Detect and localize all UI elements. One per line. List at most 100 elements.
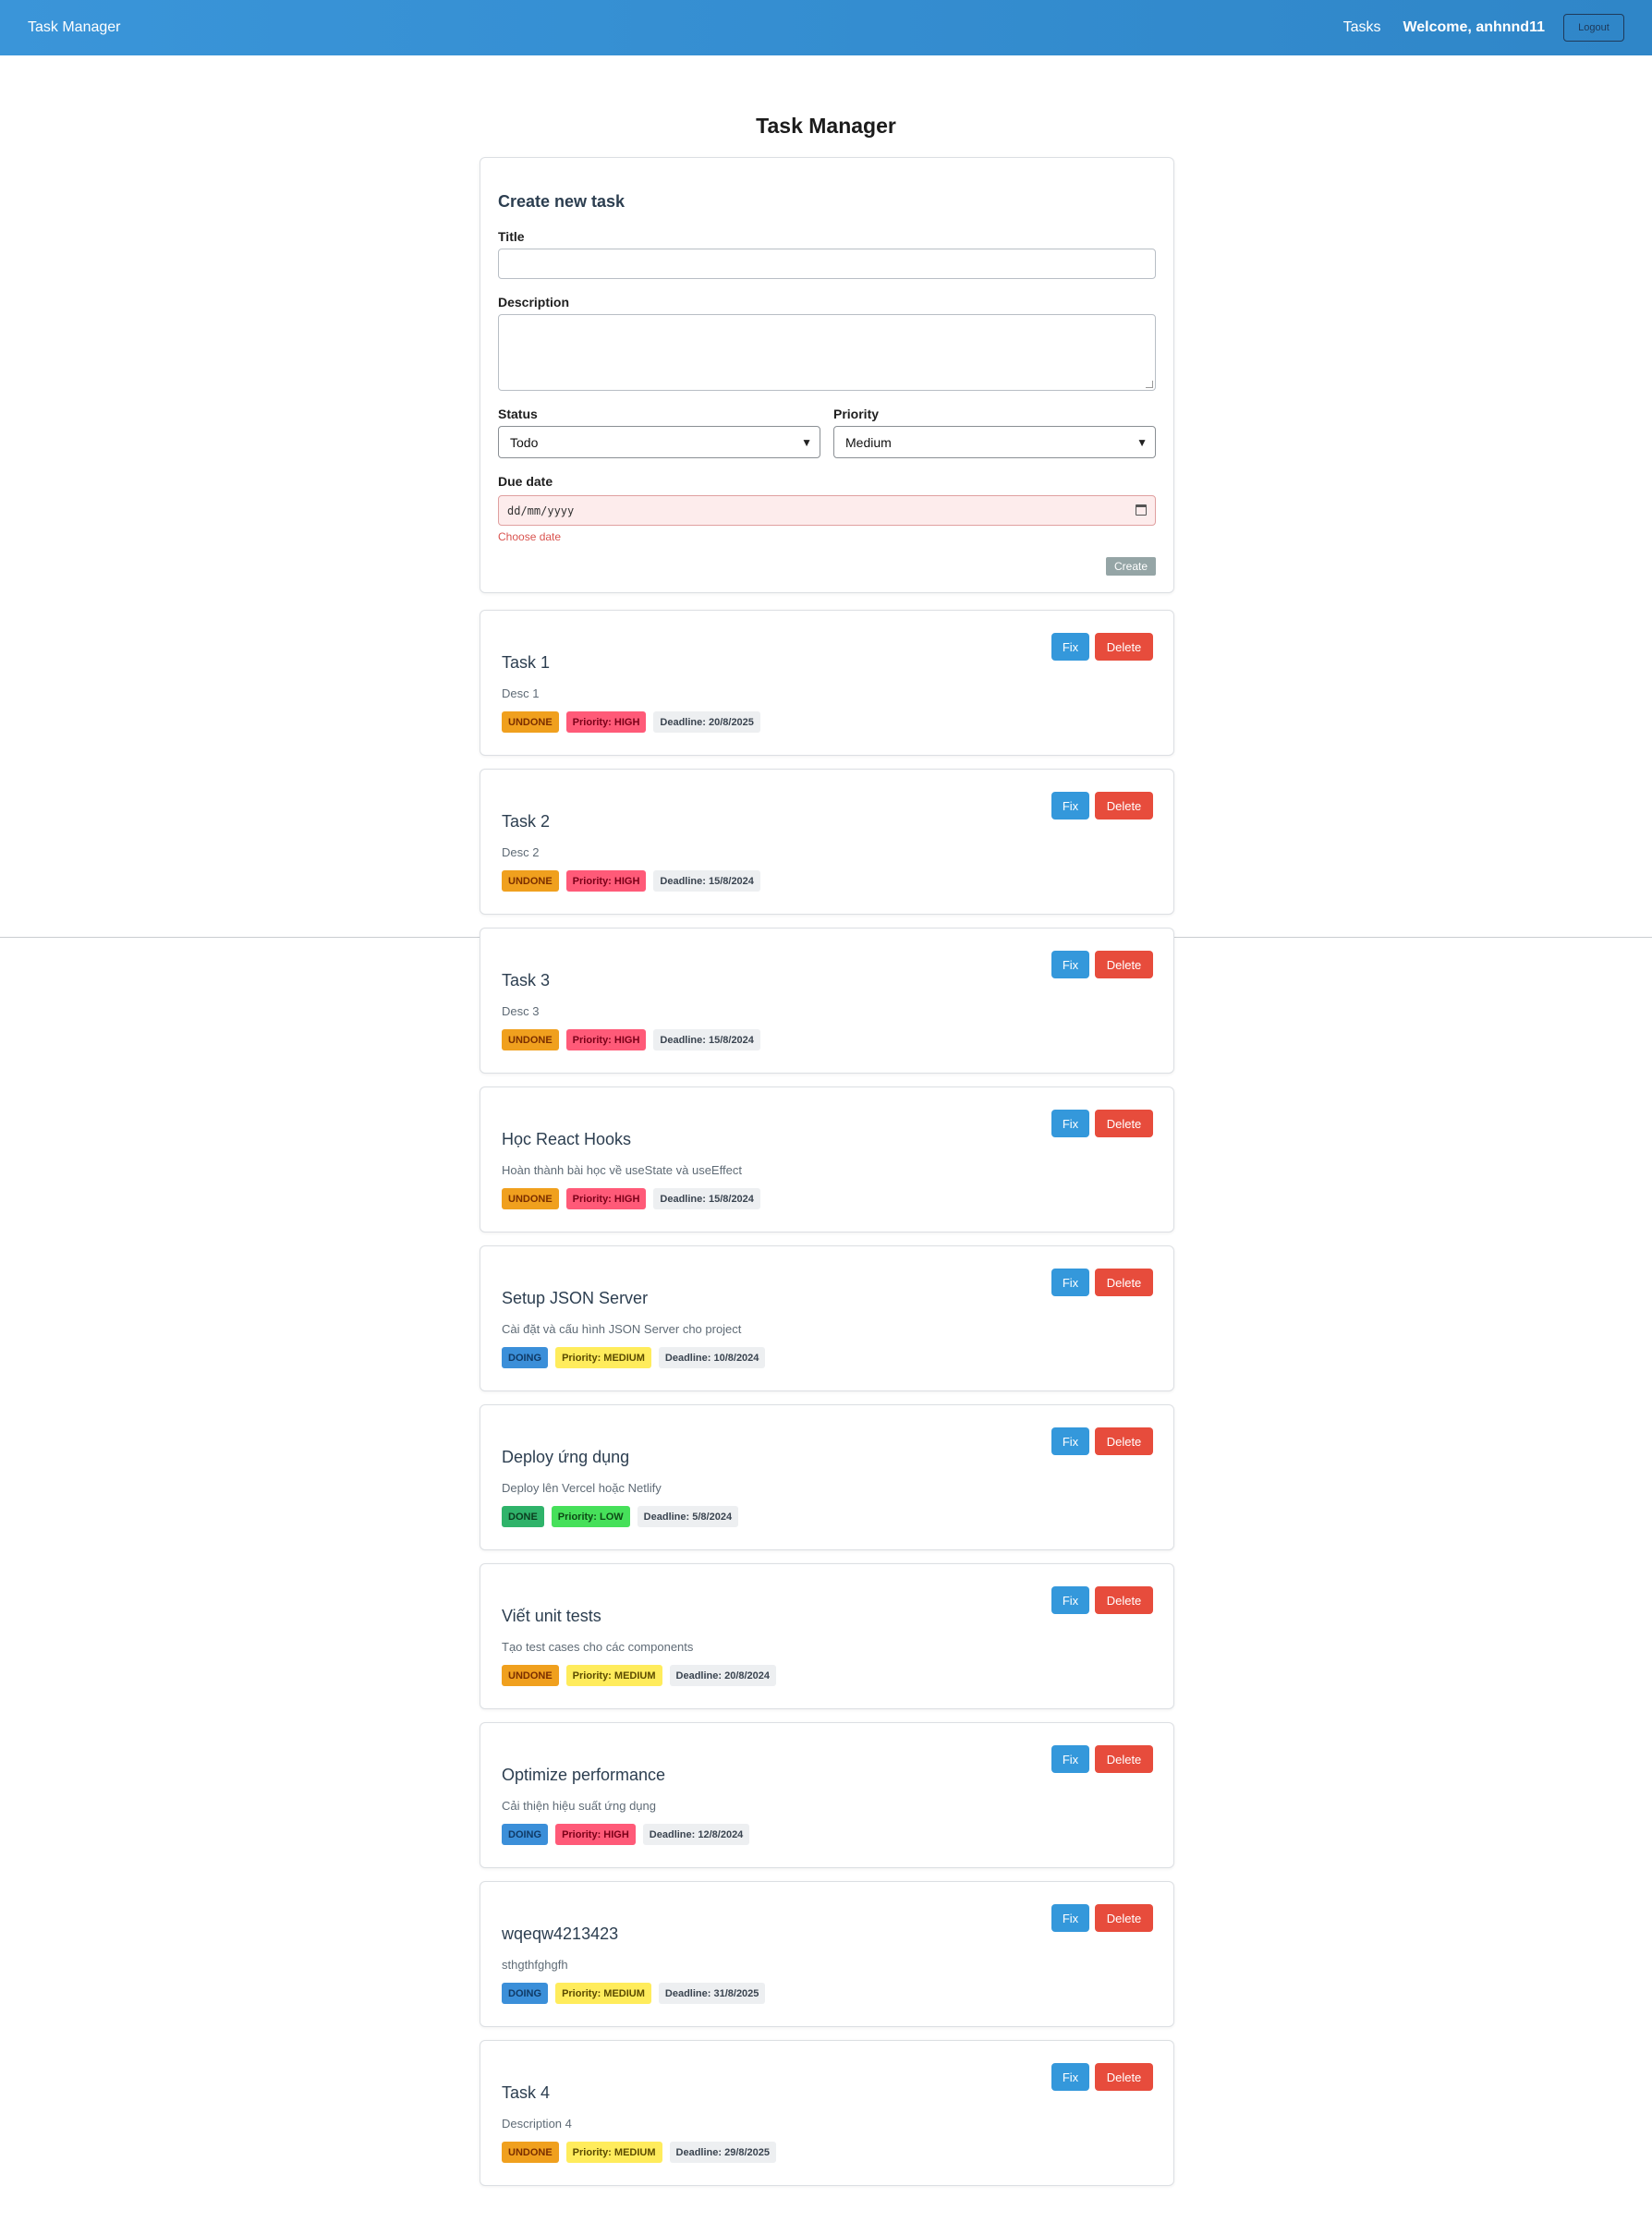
task-description: Tạo test cases cho các components	[502, 1640, 694, 1654]
task-description: Desc 3	[502, 1004, 540, 1018]
logout-button[interactable]: Logout	[1563, 14, 1624, 42]
fix-button[interactable]: Fix	[1051, 1745, 1089, 1773]
nav-link-tasks[interactable]: Tasks	[1343, 19, 1381, 36]
task-card: Fix Delete Optimize performance Cải thiện h…	[480, 1722, 1174, 1868]
task-card: Fix Delete wqeqw4213423 sthgthfghgfh DOING Pr…	[480, 1881, 1174, 2027]
status-select[interactable]: Todo ▼	[498, 426, 820, 458]
delete-button[interactable]: Delete	[1095, 1745, 1153, 1773]
fix-button[interactable]: Fix	[1051, 951, 1089, 978]
delete-button[interactable]: Delete	[1095, 1110, 1153, 1137]
due-date-input[interactable]: dd/mm/yyyy	[498, 495, 1156, 526]
priority-badge: Priority: MEDIUM	[555, 1983, 651, 2004]
task-badges: UNDONE Priority: MEDIUM Deadline: 29/8/202…	[502, 2142, 783, 2163]
task-badges: DONE Priority: LOW Deadline: 5/8/2024	[502, 1506, 746, 1527]
task-card: Fix Delete Task 1 Desc 1 UNDONE Priority: HIG…	[480, 610, 1174, 756]
chevron-down-icon: ▼	[801, 436, 812, 449]
priority-badge: Priority: HIGH	[565, 1029, 647, 1050]
priority-select[interactable]: Medium ▼	[833, 426, 1156, 458]
status-label: Status	[498, 407, 538, 421]
priority-badge: Priority: MEDIUM	[565, 2142, 662, 2163]
task-badges: DOING Priority: MEDIUM Deadline: 10/8/2024	[502, 1347, 772, 1368]
brand-link[interactable]: Task Manager	[28, 19, 121, 36]
deadline-badge: Deadline: 15/8/2024	[653, 1188, 760, 1209]
fix-button[interactable]: Fix	[1051, 1427, 1089, 1455]
fix-button[interactable]: Fix	[1051, 1269, 1089, 1296]
deadline-badge: Deadline: 5/8/2024	[637, 1506, 739, 1527]
task-card: Fix Delete Viết unit tests Tạo test cases c…	[480, 1563, 1174, 1709]
status-badge: DOING	[502, 1983, 549, 2004]
delete-button[interactable]: Delete	[1095, 633, 1153, 661]
title-label: Title	[498, 229, 525, 244]
due-date-label: Due date	[498, 474, 553, 489]
task-title: wqeqw4213423	[502, 1924, 619, 1943]
title-input[interactable]	[498, 249, 1156, 279]
task-title: Deploy ứng dụng	[502, 1448, 630, 1466]
task-title: Setup JSON Server	[502, 1289, 649, 1307]
task-description: Description 4	[502, 2117, 572, 2131]
task-description: Desc 2	[502, 845, 540, 859]
description-label: Description	[498, 295, 570, 310]
task-title: Task 3	[502, 971, 551, 990]
delete-button[interactable]: Delete	[1095, 1586, 1153, 1614]
priority-label: Priority	[833, 407, 880, 421]
deadline-badge: Deadline: 10/8/2024	[658, 1347, 766, 1368]
priority-badge: Priority: HIGH	[565, 1188, 647, 1209]
status-badge: UNDONE	[502, 1665, 559, 1686]
status-badge: UNDONE	[502, 711, 559, 733]
fix-button[interactable]: Fix	[1051, 1586, 1089, 1614]
create-task-form: Create new task Title Description Status…	[480, 157, 1174, 593]
task-badges: UNDONE Priority: HIGH Deadline: 15/8/2024	[502, 1188, 768, 1209]
priority-badge: Priority: LOW	[551, 1506, 630, 1527]
task-description: Cải thiện hiệu suất ứng dụng	[502, 1799, 656, 1813]
delete-button[interactable]: Delete	[1095, 951, 1153, 978]
status-badge: UNDONE	[502, 870, 559, 892]
due-date-error: Choose date	[498, 530, 562, 543]
deadline-badge: Deadline: 29/8/2025	[669, 2142, 777, 2163]
description-textarea[interactable]	[498, 314, 1156, 391]
priority-select-value: Medium	[845, 434, 892, 450]
task-card: Fix Delete Học React Hooks Hoàn thành bài h…	[480, 1087, 1174, 1232]
fix-button[interactable]: Fix	[1051, 633, 1089, 661]
fix-button[interactable]: Fix	[1051, 1110, 1089, 1137]
form-heading: Create new task	[498, 192, 626, 211]
task-badges: UNDONE Priority: MEDIUM Deadline: 20/8/202…	[502, 1665, 783, 1686]
fix-button[interactable]: Fix	[1051, 792, 1089, 820]
task-badges: UNDONE Priority: HIGH Deadline: 20/8/2025	[502, 711, 768, 733]
delete-button[interactable]: Delete	[1095, 1269, 1153, 1296]
task-title: Task 2	[502, 812, 551, 831]
task-card: Fix Delete Setup JSON Server Cài đặt và cấu…	[480, 1245, 1174, 1391]
status-badge: UNDONE	[502, 1188, 559, 1209]
fix-button[interactable]: Fix	[1051, 2063, 1089, 2091]
task-card: Fix Delete Task 2 Desc 2 UNDONE Priority: HIG…	[480, 769, 1174, 915]
task-badges: UNDONE Priority: HIGH Deadline: 15/8/2024	[502, 1029, 768, 1050]
deadline-badge: Deadline: 20/8/2025	[653, 711, 760, 733]
status-badge: UNDONE	[502, 2142, 559, 2163]
navbar-right: Tasks Welcome, anhnnd11 Logout	[1343, 14, 1624, 42]
welcome-text: Welcome, anhnnd11	[1403, 19, 1545, 35]
task-card: Fix Delete Task 4 Description 4 UNDONE Priori…	[480, 2040, 1174, 2186]
task-badges: DOING Priority: HIGH Deadline: 12/8/2024	[502, 1824, 757, 1845]
deadline-badge: Deadline: 20/8/2024	[669, 1665, 777, 1686]
status-badge: DOING	[502, 1824, 549, 1845]
calendar-icon[interactable]	[1136, 504, 1147, 516]
delete-button[interactable]: Delete	[1095, 2063, 1153, 2091]
create-button[interactable]: Create	[1106, 557, 1156, 576]
priority-badge: Priority: HIGH	[565, 870, 647, 892]
priority-badge: Priority: MEDIUM	[555, 1347, 651, 1368]
resize-grip-icon[interactable]	[1146, 381, 1153, 388]
delete-button[interactable]: Delete	[1095, 1904, 1153, 1932]
priority-badge: Priority: MEDIUM	[565, 1665, 662, 1686]
task-card: Fix Delete Deploy ứng dụng Deploy lên Verce…	[480, 1404, 1174, 1550]
fix-button[interactable]: Fix	[1051, 1904, 1089, 1932]
status-select-value: Todo	[510, 434, 539, 450]
navbar: Task Manager Tasks Welcome, anhnnd11 Log…	[0, 0, 1652, 55]
delete-button[interactable]: Delete	[1095, 1427, 1153, 1455]
status-badge: DONE	[502, 1506, 544, 1527]
deadline-badge: Deadline: 15/8/2024	[653, 870, 760, 892]
delete-button[interactable]: Delete	[1095, 792, 1153, 820]
task-badges: UNDONE Priority: HIGH Deadline: 15/8/2024	[502, 870, 768, 892]
task-card: Fix Delete Task 3 Desc 3 UNDONE Priority: HIG…	[480, 928, 1174, 1074]
task-title: Viết unit tests	[502, 1607, 601, 1625]
deadline-badge: Deadline: 31/8/2025	[658, 1983, 766, 2004]
task-title: Task 1	[502, 653, 551, 672]
